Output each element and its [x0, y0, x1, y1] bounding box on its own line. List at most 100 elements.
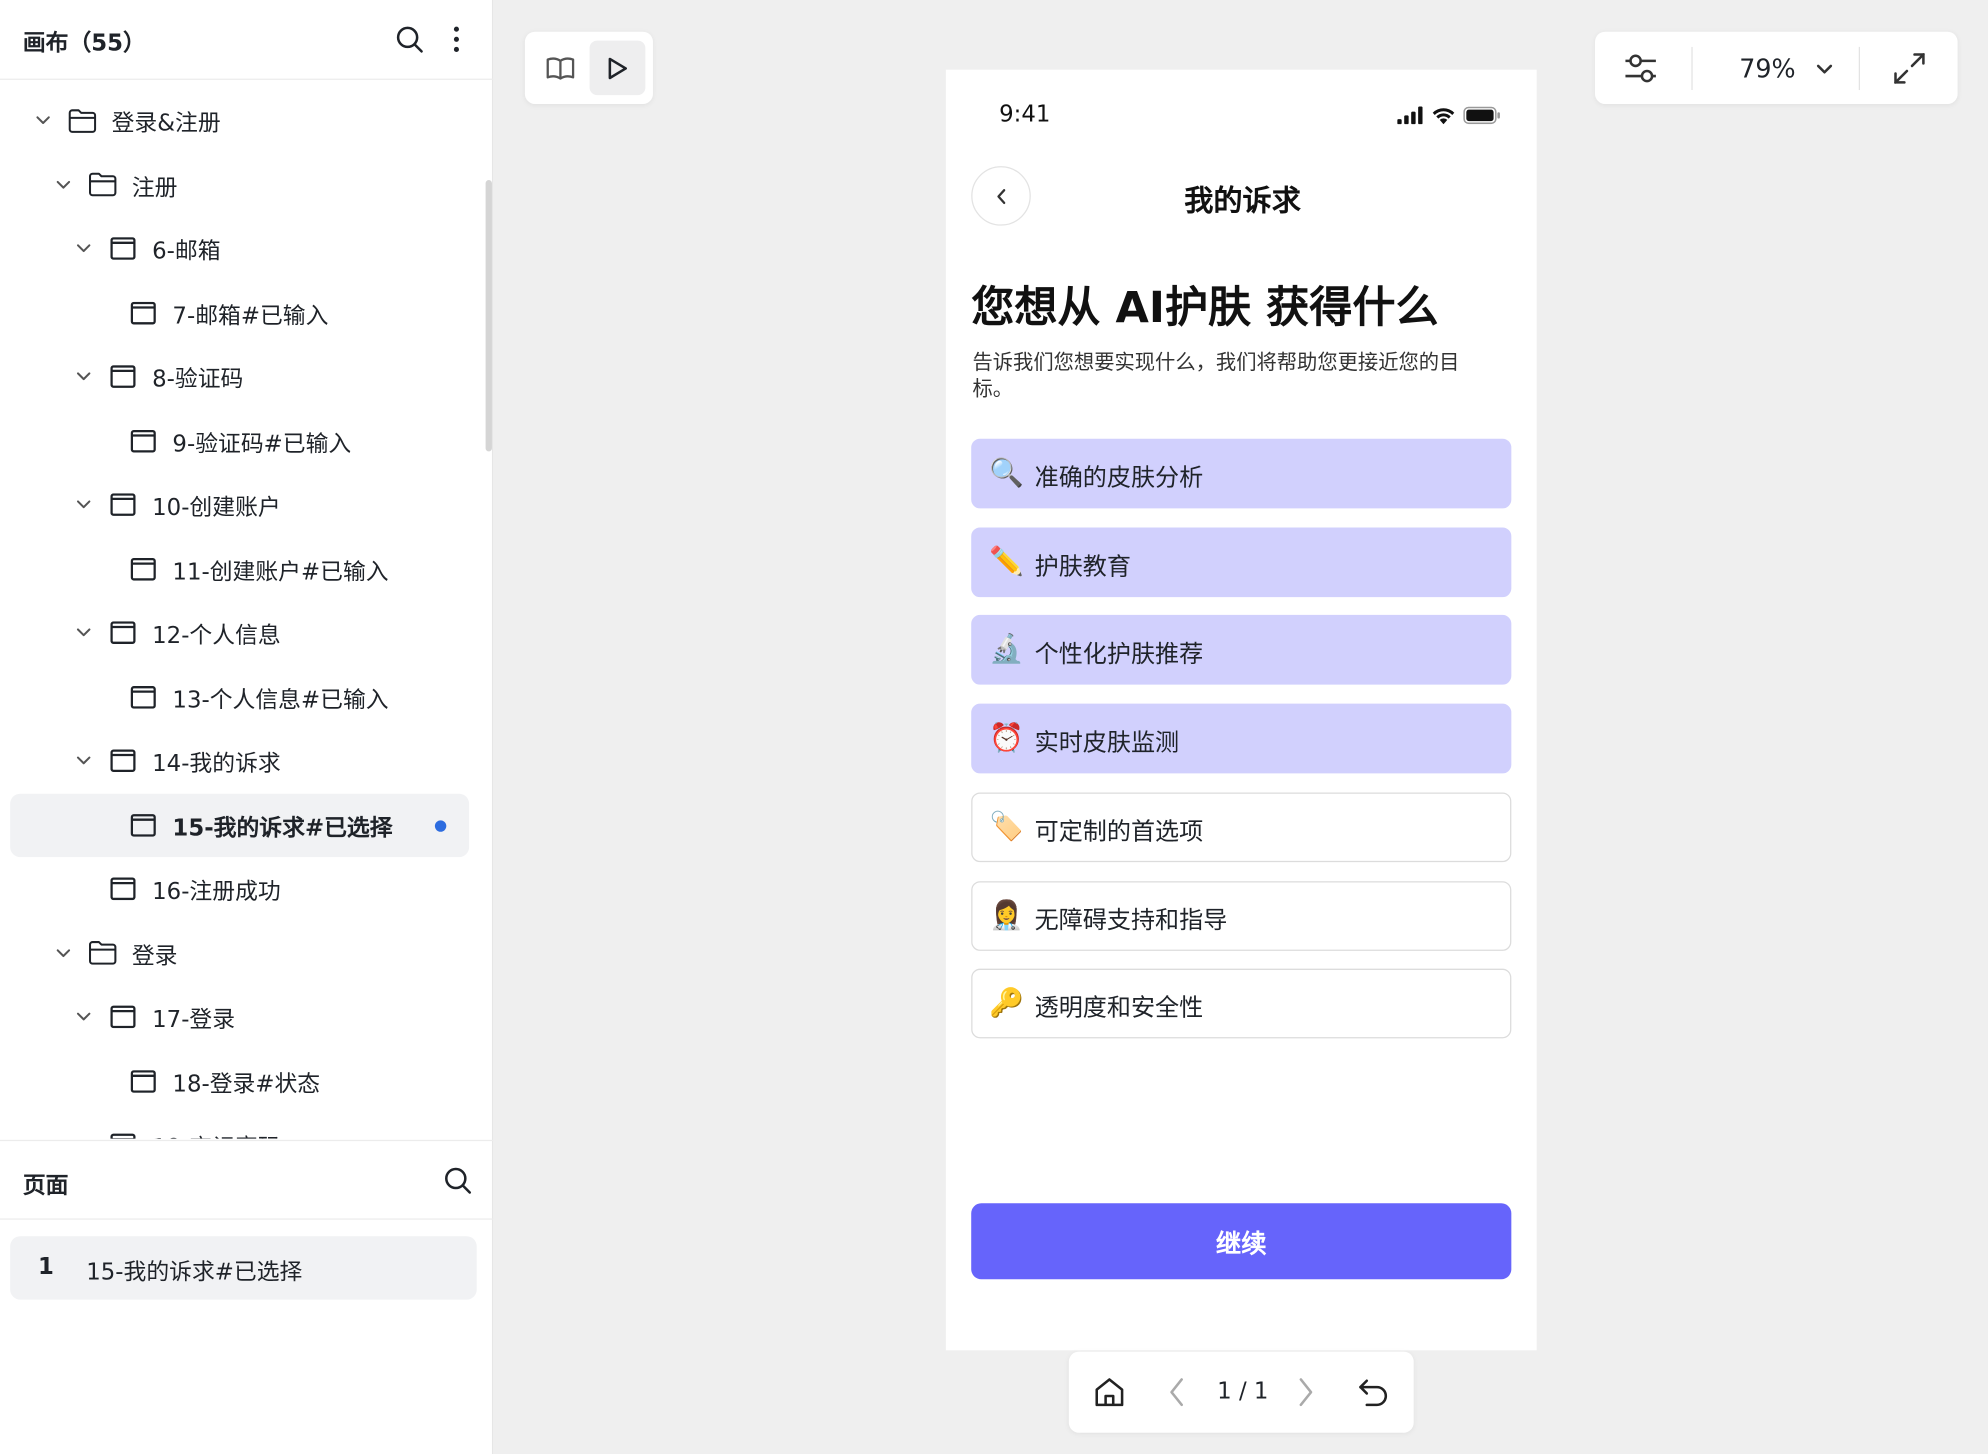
- tree-item[interactable]: 18-登录#状态: [10, 1049, 469, 1112]
- tree-item-label: 17-登录: [152, 1006, 236, 1034]
- tree-item[interactable]: 14-我的诉求: [10, 729, 469, 792]
- tree-item[interactable]: 13-个人信息#已输入: [10, 665, 469, 728]
- tree-item-label: 登录&注册: [111, 110, 221, 137]
- pages-panel-title: 页面: [22, 1172, 69, 1200]
- next-page-icon[interactable]: [1283, 1369, 1329, 1415]
- canvas-panel-header: 画布（55）: [0, 0, 494, 80]
- zoom-value: 79%: [1739, 53, 1796, 84]
- tree-item-label: 13-个人信息#已输入: [172, 686, 389, 714]
- chevron-down-icon[interactable]: [74, 1135, 94, 1139]
- chevron-down-icon[interactable]: [33, 110, 53, 130]
- option-label: 护肤教育: [1034, 552, 1131, 581]
- goal-option[interactable]: ⏰ 实时皮肤监测: [971, 703, 1512, 774]
- play-icon[interactable]: [589, 40, 646, 96]
- frame-icon: [129, 299, 157, 327]
- battery-icon: [1463, 106, 1501, 125]
- chevron-down-icon[interactable]: [53, 943, 73, 963]
- goal-option[interactable]: 🔍 准确的皮肤分析: [971, 438, 1512, 509]
- page-list-item[interactable]: 1 15-我的诉求#已选择: [10, 1236, 477, 1300]
- frame-icon: [109, 491, 137, 519]
- nav-title: 我的诉求: [1184, 185, 1301, 219]
- frame-icon: [129, 811, 157, 839]
- goal-option[interactable]: 👩‍⚕️ 无障碍支持和指导: [971, 880, 1512, 951]
- chevron-down-icon[interactable]: [74, 623, 94, 643]
- tree-item[interactable]: 12-个人信息: [10, 601, 469, 664]
- option-emoji-icon: ⏰: [989, 722, 1025, 755]
- continue-button[interactable]: 继续: [971, 1203, 1512, 1280]
- option-label: 可定制的首选项: [1034, 817, 1204, 846]
- left-sidebar: 画布（55） 登录&注册注册 6-邮箱 7-邮箱#已输入 8-验证码 9-验证码#已输入…: [0, 0, 494, 1454]
- tree-item-label: 16-注册成功: [152, 878, 281, 906]
- undo-icon[interactable]: [1350, 1369, 1396, 1415]
- tree-item[interactable]: 15-我的诉求#已选择: [10, 793, 470, 857]
- option-emoji-icon: 🏷️: [989, 811, 1025, 843]
- tree-item[interactable]: 登录&注册: [10, 89, 469, 152]
- tree-item[interactable]: 17-登录: [10, 985, 469, 1048]
- home-icon[interactable]: [1087, 1369, 1133, 1415]
- goal-option[interactable]: ✏️ 护肤教育: [971, 527, 1512, 597]
- tree-item-label: 注册: [131, 174, 178, 201]
- status-icons: [1397, 104, 1501, 127]
- tree-item[interactable]: 6-邮箱: [10, 217, 469, 280]
- page-subtext: 告诉我们您想要实现什么，我们将帮助您更接近您的目标。: [972, 349, 1460, 401]
- chevron-down-icon[interactable]: [74, 366, 94, 386]
- status-time: 9:41: [999, 101, 1051, 129]
- option-emoji-icon: 🔑: [989, 987, 1025, 1020]
- chevron-down-icon[interactable]: [74, 238, 94, 258]
- previous-page-icon[interactable]: [1154, 1369, 1200, 1415]
- pages-panel-header: 页面: [0, 1139, 494, 1220]
- tree-item-label: 14-我的诉求: [152, 750, 281, 778]
- prototype-viewer: 画布（55） 登录&注册注册 6-邮箱 7-邮箱#已输入 8-验证码 9-验证码#已输入…: [0, 0, 1988, 1454]
- tree-item-label: 8-验证码: [152, 366, 244, 394]
- settings-sliders-icon[interactable]: [1618, 43, 1664, 94]
- chevron-down-icon[interactable]: [53, 174, 73, 194]
- frame-icon: [109, 1003, 137, 1031]
- tree-item[interactable]: 8-验证码: [10, 345, 469, 408]
- tree-item-label: 10-创建账户: [152, 494, 281, 522]
- tree-item[interactable]: 登录: [10, 921, 469, 984]
- chevron-down-icon[interactable]: [74, 751, 94, 771]
- option-label: 准确的皮肤分析: [1034, 464, 1204, 492]
- frame-icon: [129, 683, 157, 711]
- frame-icon: [109, 619, 137, 647]
- tree-item-label: 11-创建账户#已输入: [172, 558, 389, 586]
- pages-search-icon[interactable]: [440, 1163, 476, 1199]
- chevron-down-icon[interactable]: [74, 1007, 94, 1027]
- option-label: 透明度和安全性: [1034, 994, 1204, 1023]
- tree-item[interactable]: 16-注册成功: [10, 857, 469, 920]
- search-icon[interactable]: [392, 22, 428, 58]
- tree-item-label: 6-邮箱: [152, 238, 221, 265]
- book-icon[interactable]: [533, 41, 589, 96]
- tree-item[interactable]: 11-创建账户#已输入: [10, 537, 469, 600]
- phone-frame: 9:41 我的诉求 您想从 AI护肤 获得什么 告诉我们您想要实现什么，我们将帮…: [945, 69, 1537, 1351]
- frame-icon: [129, 555, 157, 583]
- chevron-down-icon: [1816, 62, 1834, 75]
- tree-item-label: 9-验证码#已输入: [172, 430, 352, 458]
- frame-icon: [109, 363, 137, 391]
- zoom-dropdown[interactable]: 79%: [1717, 43, 1856, 94]
- more-options-icon[interactable]: [439, 22, 475, 58]
- frame-icon: [109, 1131, 137, 1139]
- page-counter: 1 / 1: [1217, 1378, 1269, 1405]
- option-label: 个性化护肤推荐: [1034, 640, 1204, 669]
- layer-tree: 登录&注册注册 6-邮箱 7-邮箱#已输入 8-验证码 9-验证码#已输入 10-创建账户…: [0, 81, 486, 1139]
- option-emoji-icon: 🔍: [989, 457, 1025, 490]
- signal-icon: [1397, 106, 1423, 125]
- tree-item-label: 15-我的诉求#已选择: [172, 814, 393, 842]
- goal-option[interactable]: 🔬 个性化护肤推荐: [971, 615, 1512, 686]
- tree-item[interactable]: 7-邮箱#已输入: [10, 281, 469, 344]
- goal-option[interactable]: 🏷️ 可定制的首选项: [971, 792, 1512, 862]
- fullscreen-icon[interactable]: [1887, 43, 1933, 94]
- chevron-down-icon[interactable]: [74, 494, 94, 514]
- tree-item-label: 12-个人信息: [152, 622, 281, 650]
- tree-item-label: 19-忘记密码: [152, 1130, 281, 1139]
- tree-item[interactable]: 19-忘记密码: [10, 1113, 469, 1139]
- option-label: 实时皮肤监测: [1034, 729, 1180, 758]
- tree-item[interactable]: 注册: [10, 153, 469, 216]
- tree-item[interactable]: 10-创建账户: [10, 473, 469, 536]
- tree-scrollbar[interactable]: [485, 180, 492, 452]
- toolbar-divider: [1858, 46, 1861, 91]
- goal-option[interactable]: 🔑 透明度和安全性: [971, 968, 1512, 1039]
- frame-icon: [109, 747, 137, 775]
- tree-item[interactable]: 9-验证码#已输入: [10, 409, 469, 472]
